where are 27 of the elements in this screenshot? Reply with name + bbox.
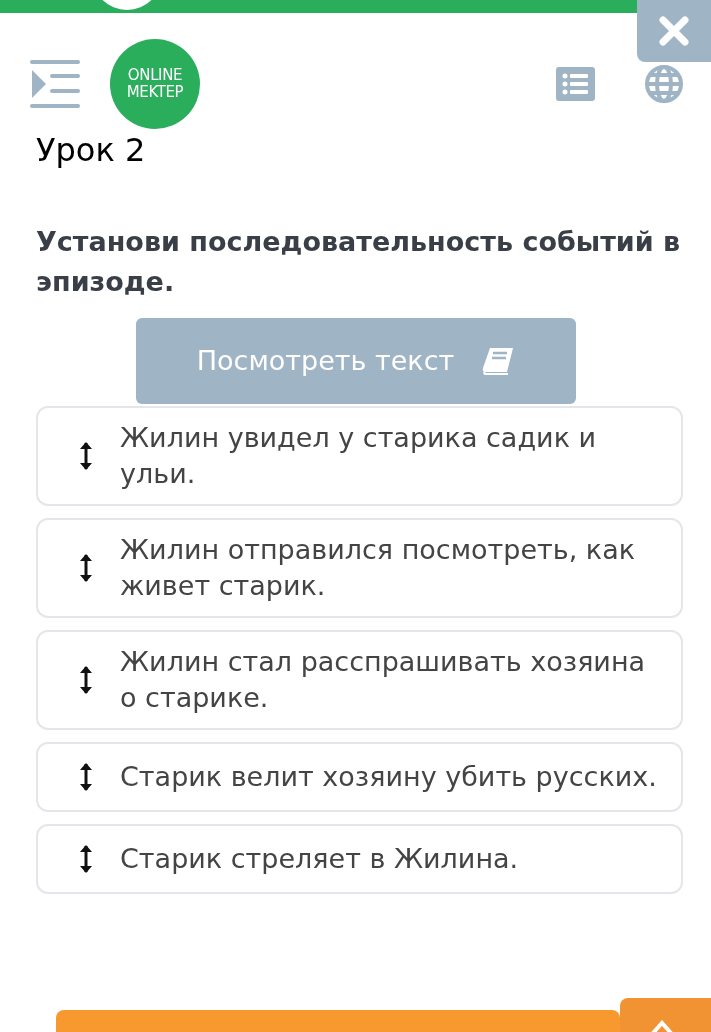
sortable-item[interactable]: Старик стреляет в Жилина. (36, 824, 683, 894)
chevron-up-icon (650, 1020, 674, 1032)
drag-handle-icon[interactable] (78, 761, 94, 793)
item-text: Жилин увидел у старика садик и ульи. (120, 421, 598, 491)
logo-text: MEKTEP (126, 84, 184, 101)
list-icon[interactable] (556, 67, 595, 101)
item-text: Жилин стал расспрашивать хозяина о старике. (120, 645, 647, 715)
drag-handle-icon[interactable] (78, 843, 94, 875)
scroll-up-button[interactable] (620, 998, 711, 1032)
sortable-item[interactable]: Жилин отправился посмотреть, как живет старик. (36, 518, 683, 618)
item-text: Жилин отправился посмотреть, как живет старик. (120, 533, 636, 603)
sortable-item[interactable]: Жилин стал расспрашивать хозяина о старике. (36, 630, 683, 730)
task-heading: Установи последовательность событий в эпизоде. (36, 225, 682, 299)
logo-text: ONLINE (127, 67, 183, 84)
book-icon (482, 347, 515, 375)
item-text: Старик велит хозяину убить русских. (120, 760, 657, 794)
close-button[interactable] (637, 0, 711, 62)
lesson-title: Урок 2 (36, 130, 147, 170)
menu-icon[interactable] (30, 60, 80, 108)
item-text: Старик стреляет в Жилина. (120, 842, 519, 876)
drag-handle-icon[interactable] (78, 440, 94, 472)
drag-handle-icon[interactable] (78, 552, 94, 584)
sortable-item[interactable]: Старик велит хозяину убить русских. (36, 742, 683, 812)
close-icon (658, 15, 690, 47)
globe-icon[interactable] (645, 65, 683, 103)
drag-handle-icon[interactable] (78, 664, 94, 696)
sortable-item[interactable]: Жилин увидел у старика садик и ульи. (36, 406, 683, 506)
